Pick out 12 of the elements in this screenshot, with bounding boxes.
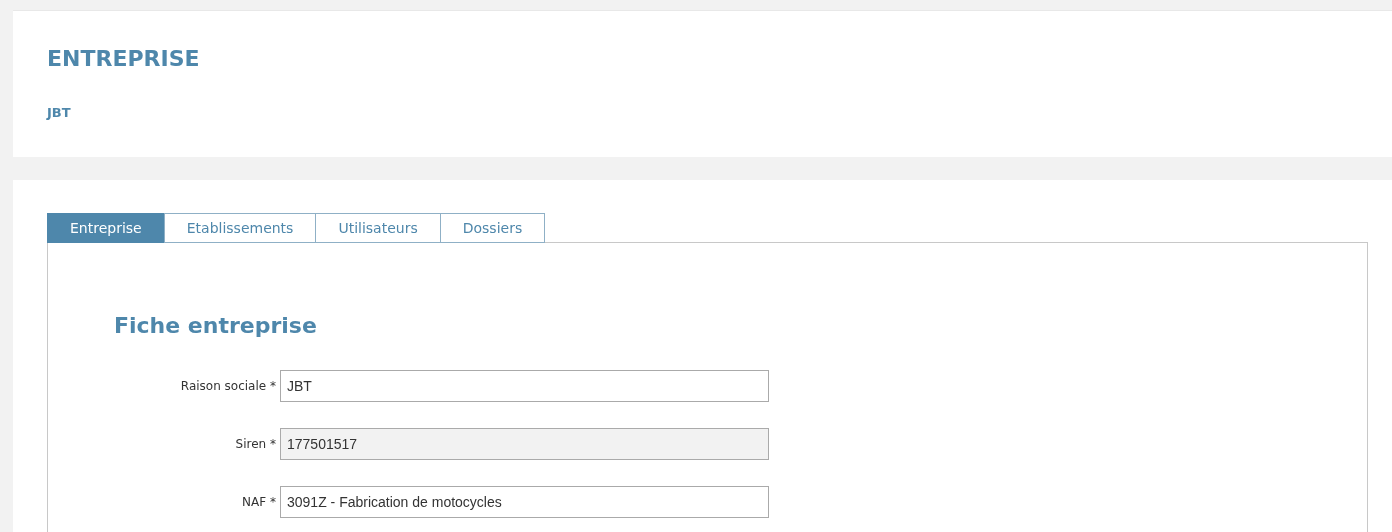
- form-title: Fiche entreprise: [114, 312, 317, 340]
- tab[interactable]: Etablissements: [163, 213, 317, 243]
- input-field[interactable]: 3091Z - Fabrication de motocycles: [280, 486, 769, 518]
- tab[interactable]: Entreprise: [47, 213, 165, 243]
- tab[interactable]: Utilisateurs: [315, 213, 441, 243]
- field-label: Raison sociale *: [179, 378, 277, 395]
- page-title: ENTREPRISE: [47, 45, 200, 73]
- input-field[interactable]: JBT: [280, 370, 769, 402]
- tab[interactable]: Dossiers: [439, 213, 546, 243]
- company-name: JBT: [47, 104, 71, 122]
- field-label: Siren *: [234, 436, 277, 453]
- field-label: NAF *: [241, 494, 277, 511]
